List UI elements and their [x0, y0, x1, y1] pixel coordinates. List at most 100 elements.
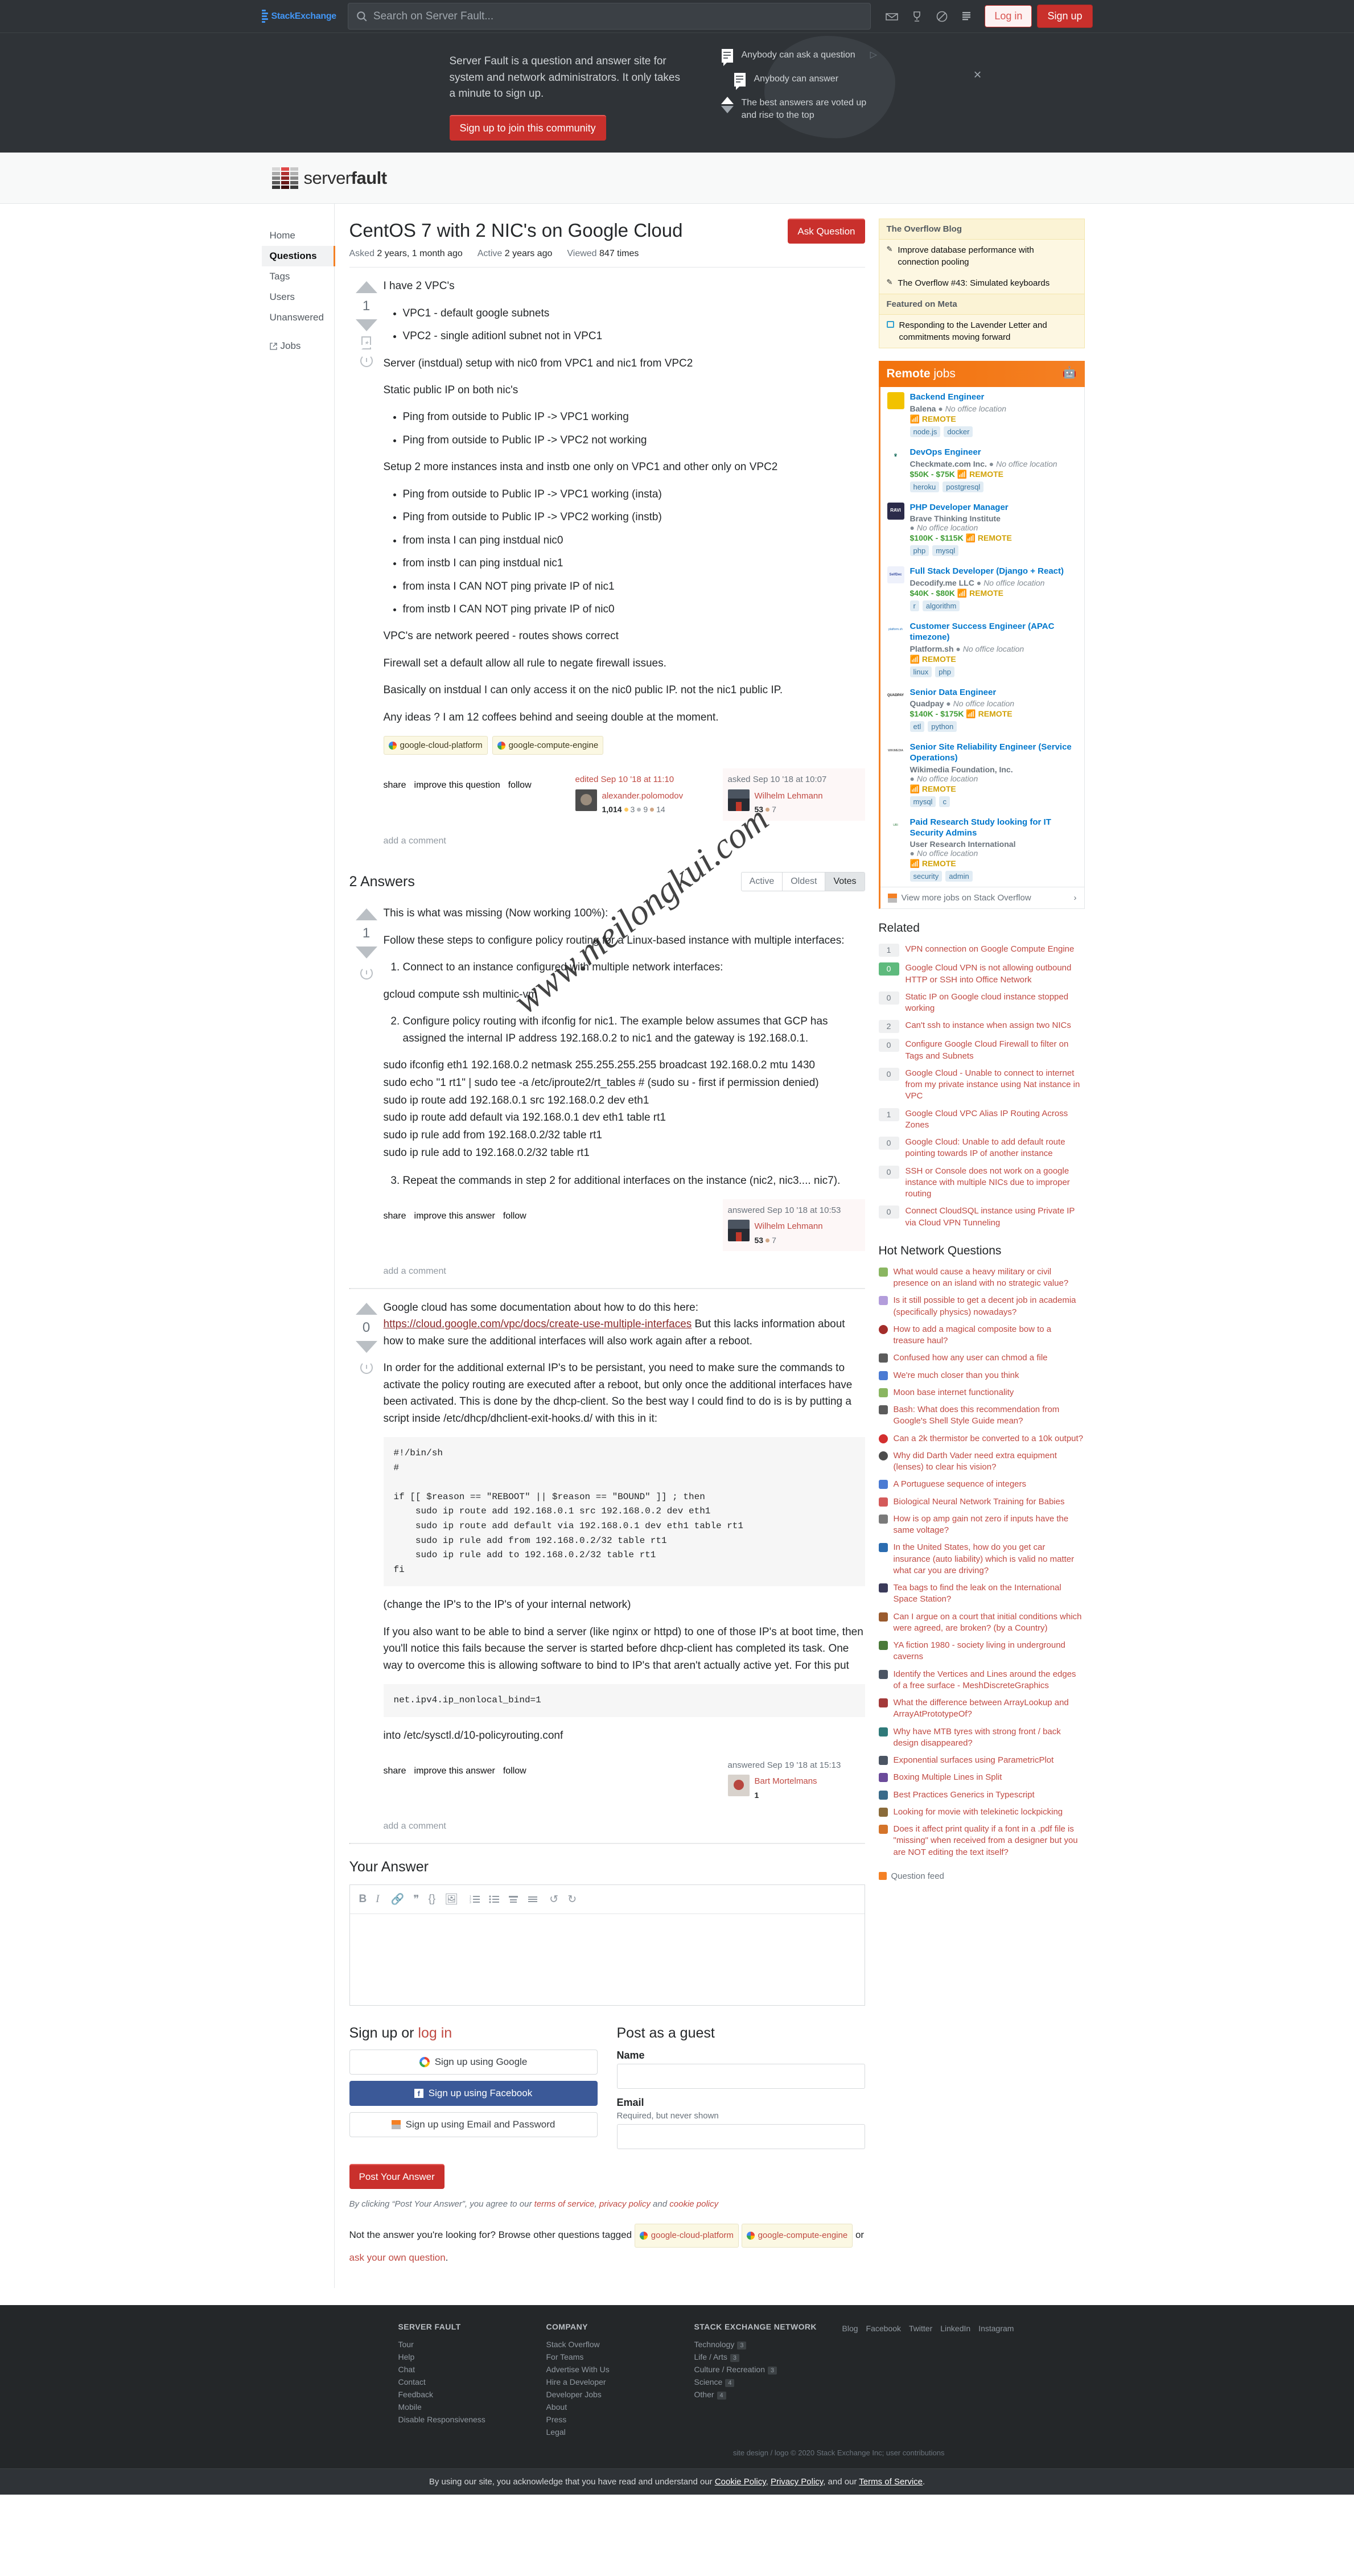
hot-item[interactable]: Best Practices Generics in Typescript — [878, 1787, 1085, 1804]
stack-exchange-logo[interactable]: StackExchange — [261, 10, 336, 23]
hot-title[interactable]: Biological Neural Network Training for B… — [894, 1496, 1065, 1508]
hot-title[interactable]: Exponential surfaces using ParametricPlo… — [894, 1755, 1054, 1766]
related-title[interactable]: Can't ssh to instance when assign two NI… — [906, 1020, 1071, 1033]
google-docs-link[interactable]: https://cloud.google.com/vpc/docs/create… — [384, 1318, 692, 1330]
hot-title[interactable]: What the difference between ArrayLookup … — [894, 1697, 1085, 1721]
site-switcher-icon[interactable] — [961, 10, 973, 23]
search-input[interactable]: Search on Server Fault... — [347, 3, 871, 30]
hot-title[interactable]: How is op amp gain not zero if inputs ha… — [894, 1513, 1085, 1537]
share-link[interactable]: share — [384, 779, 406, 793]
footer-link-stack-overflow[interactable]: Stack Overflow — [546, 2338, 694, 2351]
job-tag[interactable]: mysql — [932, 545, 959, 557]
hot-item[interactable]: Looking for movie with telekinetic lockp… — [878, 1804, 1085, 1821]
answerer1-username[interactable]: Wilhelm Lehmann — [755, 1220, 823, 1233]
hot-title[interactable]: Boxing Multiple Lines in Split — [894, 1772, 1002, 1783]
hot-title[interactable]: Looking for movie with telekinetic lockp… — [894, 1807, 1063, 1818]
related-item[interactable]: 0 Google Cloud VPN is not allowing outbou… — [878, 960, 1085, 989]
related-title[interactable]: Configure Google Cloud Firewall to filte… — [906, 1039, 1085, 1062]
bullet-list-icon[interactable] — [489, 1895, 500, 1904]
hot-item[interactable]: YA fiction 1980 - society living in unde… — [878, 1637, 1085, 1666]
job-listing[interactable]: SelfDec Full Stack Developer (Django + R… — [880, 561, 1084, 616]
job-tag[interactable]: etl — [909, 721, 925, 733]
job-listing[interactable]: platform.sh Customer Success Engineer (A… — [880, 616, 1084, 682]
job-listing[interactable]: Backend Engineer Balena ● No office loca… — [880, 387, 1084, 442]
help-icon[interactable] — [936, 10, 948, 23]
footer-link-chat[interactable]: Chat — [398, 2363, 546, 2376]
hot-item[interactable]: Confused how any user can chmod a file — [878, 1349, 1085, 1367]
sidebar-item-unanswered[interactable]: Unanswered — [262, 307, 334, 328]
inbox-icon[interactable] — [886, 10, 899, 23]
footer-link-developer-jobs[interactable]: Developer Jobs — [546, 2388, 694, 2401]
hot-item[interactable]: Is it still possible to get a decent job… — [878, 1292, 1085, 1321]
answer1-timeline-icon[interactable] — [360, 967, 373, 980]
blockquote-icon[interactable]: ❞ — [413, 1893, 419, 1906]
cookie-policy-link[interactable]: Cookie Policy — [715, 2477, 766, 2487]
job-tag[interactable]: security — [909, 871, 943, 882]
hot-item[interactable]: Identify the Vertices and Lines around t… — [878, 1666, 1085, 1695]
privacy-policy-link[interactable]: privacy policy — [599, 2199, 651, 2209]
related-item[interactable]: 1 Google Cloud VPC Alias IP Routing Acros… — [878, 1105, 1085, 1134]
related-item[interactable]: 2 Can't ssh to instance when assign two N… — [878, 1017, 1085, 1036]
footer-link-tour[interactable]: Tour — [398, 2338, 546, 2351]
upvote-icon[interactable] — [355, 1303, 377, 1315]
job-tag[interactable]: php — [909, 545, 929, 557]
follow-link[interactable]: follow — [508, 779, 532, 793]
hot-title[interactable]: In the United States, how do you get car… — [894, 1542, 1085, 1577]
footer-link-press[interactable]: Press — [546, 2413, 694, 2426]
related-title[interactable]: Google Cloud: Unable to add default rout… — [906, 1137, 1085, 1160]
footer-social-blog[interactable]: Blog — [842, 2322, 858, 2335]
hot-title[interactable]: Why have MTB tyres with strong front / b… — [894, 1726, 1085, 1750]
footer-link-advertise[interactable]: Advertise With Us — [546, 2363, 694, 2376]
improve-answer-link[interactable]: improve this answer — [414, 1209, 495, 1224]
footer-network-technology[interactable]: Technology — [694, 2338, 735, 2351]
related-item[interactable]: 0 Google Cloud - Unable to connect to int… — [878, 1065, 1085, 1105]
hot-item[interactable]: A Portuguese sequence of integers — [878, 1476, 1085, 1493]
hot-item[interactable]: Does it affect print quality if a font i… — [878, 1821, 1085, 1861]
hero-close-icon[interactable]: × — [973, 66, 981, 84]
hot-title[interactable]: What would cause a heavy military or civ… — [894, 1266, 1085, 1290]
footer-link-help[interactable]: Help — [398, 2351, 546, 2363]
job-listing[interactable]: RAVI PHP Developer Manager Brave Thinkin… — [880, 497, 1084, 562]
footer-social-twitter[interactable]: Twitter — [909, 2322, 932, 2335]
hot-item[interactable]: Why have MTB tyres with strong front / b… — [878, 1723, 1085, 1752]
terms-of-service-link[interactable]: terms of service — [534, 2199, 595, 2209]
hot-title[interactable]: Does it affect print quality if a font i… — [894, 1824, 1085, 1858]
hot-item[interactable]: Why did Darth Vader need extra equipment… — [878, 1447, 1085, 1476]
sidebar-item-tags[interactable]: Tags — [262, 266, 334, 287]
bookmark-icon[interactable]: ★ — [361, 336, 373, 350]
image-icon[interactable]: 🖼 — [445, 1892, 458, 1906]
follow-link[interactable]: follow — [503, 1209, 526, 1224]
job-tag[interactable]: heroku — [909, 481, 940, 492]
hot-title[interactable]: A Portuguese sequence of integers — [894, 1479, 1027, 1490]
job-tag[interactable]: admin — [945, 871, 973, 882]
footer-link-hire-developer[interactable]: Hire a Developer — [546, 2376, 694, 2388]
job-tag[interactable]: r — [909, 600, 919, 611]
related-item[interactable]: 0 SSH or Console does not work on a googl… — [878, 1163, 1085, 1203]
related-title[interactable]: Google Cloud - Unable to connect to inte… — [906, 1068, 1085, 1102]
job-tag[interactable]: c — [939, 796, 950, 807]
hot-title[interactable]: Can a 2k thermistor be converted to a 10… — [894, 1433, 1084, 1445]
related-title[interactable]: Google Cloud VPN is not allowing outboun… — [906, 962, 1085, 986]
downvote-icon[interactable] — [355, 947, 377, 959]
hero-signup-button[interactable]: Sign up to join this community — [449, 114, 606, 141]
related-title[interactable]: Static IP on Google cloud instance stopp… — [906, 991, 1085, 1015]
related-item[interactable]: 0 Google Cloud: Unable to add default rou… — [878, 1134, 1085, 1163]
job-tag[interactable]: python — [928, 721, 957, 733]
avatar[interactable] — [575, 789, 597, 811]
email-field[interactable] — [616, 2124, 865, 2150]
hot-title[interactable]: Why did Darth Vader need extra equipment… — [894, 1450, 1085, 1474]
editor-username[interactable]: alexander.polomodov — [602, 789, 684, 803]
improve-question-link[interactable]: improve this question — [414, 779, 500, 793]
hot-title[interactable]: Confused how any user can chmod a file — [894, 1352, 1048, 1364]
login-link[interactable]: log in — [418, 2025, 452, 2041]
link-icon[interactable]: 🔗 — [391, 1892, 405, 1906]
footer-link-feedback[interactable]: Feedback — [398, 2388, 546, 2401]
tab-oldest[interactable]: Oldest — [783, 873, 826, 891]
add-comment-link[interactable]: add a comment — [384, 1814, 865, 1843]
hot-title[interactable]: Moon base internet functionality — [894, 1387, 1014, 1398]
heading-icon[interactable] — [508, 1895, 518, 1904]
job-tag[interactable]: linux — [909, 666, 932, 677]
hot-title[interactable]: How to add a magical composite bow to a … — [894, 1324, 1085, 1347]
answer-textarea[interactable] — [349, 1914, 865, 2006]
signup-button[interactable]: Sign up — [1037, 5, 1093, 28]
